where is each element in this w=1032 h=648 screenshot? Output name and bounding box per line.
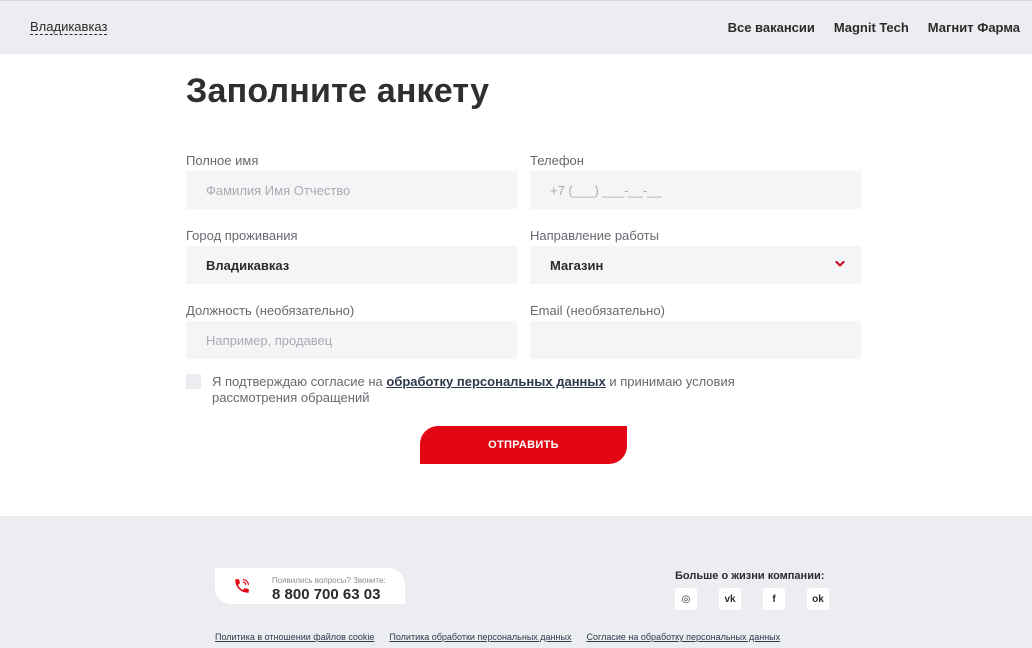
direction-label: Направление работы	[530, 228, 659, 243]
full-name-input[interactable]	[186, 171, 517, 209]
footer-links: Политика в отношении файлов cookie Полит…	[215, 632, 780, 642]
social-links: ◎ vk f ok	[675, 588, 829, 610]
vk-icon[interactable]: vk	[719, 588, 741, 610]
phone-input[interactable]	[530, 171, 861, 209]
more-about-company: Больше о жизни компании:	[675, 570, 825, 582]
position-label: Должность (необязательно)	[186, 303, 355, 318]
city-label: Город проживания	[186, 228, 298, 243]
phone-label: Телефон	[530, 153, 584, 168]
consent-text-before: Я подтверждаю согласие на	[212, 374, 387, 389]
page-title: Заполните анкету	[186, 72, 490, 110]
position-input[interactable]	[186, 321, 517, 359]
consent-checkbox[interactable]	[186, 374, 201, 389]
top-nav: Все вакансии Magnit Tech Магнит Фарма	[728, 20, 1020, 36]
phone-question: Появились вопросы? Звоните:	[272, 576, 386, 585]
city-selector[interactable]: Владикавказ	[30, 20, 108, 35]
footer: Появились вопросы? Звоните: 8 800 700 63…	[0, 516, 1032, 648]
chevron-down-icon	[835, 260, 845, 267]
city-input[interactable]	[186, 246, 517, 284]
phone-number[interactable]: 8 800 700 63 03	[272, 586, 380, 603]
cookie-policy-link[interactable]: Политика в отношении файлов cookie	[215, 632, 374, 642]
phone-card[interactable]: Появились вопросы? Звоните: 8 800 700 63…	[215, 568, 405, 604]
nav-magnit-pharma[interactable]: Магнит Фарма	[928, 20, 1020, 36]
personal-data-link[interactable]: обработку персональных данных	[386, 374, 605, 389]
email-input[interactable]	[530, 321, 861, 359]
submit-button[interactable]: ОТПРАВИТЬ	[420, 426, 627, 464]
facebook-icon[interactable]: f	[763, 588, 785, 610]
nav-magnit-tech[interactable]: Magnit Tech	[834, 20, 909, 36]
instagram-icon[interactable]: ◎	[675, 588, 697, 610]
direction-selected-value: Магазин	[550, 258, 604, 273]
nav-all-vacancies[interactable]: Все вакансии	[728, 20, 815, 36]
consent-text: Я подтверждаю согласие на обработку перс…	[212, 374, 752, 406]
personal-data-policy-link[interactable]: Политика обработки персональных данных	[389, 632, 571, 642]
odnoklassniki-icon[interactable]: ok	[807, 588, 829, 610]
top-header: Владикавказ Все вакансии Magnit Tech Маг…	[0, 0, 1032, 54]
full-name-label: Полное имя	[186, 153, 259, 168]
email-label: Email (необязательно)	[530, 303, 665, 318]
phone-icon	[235, 579, 249, 593]
personal-data-consent-link[interactable]: Согласие на обработку персональных данны…	[586, 632, 780, 642]
direction-select[interactable]: Магазин	[530, 246, 861, 284]
